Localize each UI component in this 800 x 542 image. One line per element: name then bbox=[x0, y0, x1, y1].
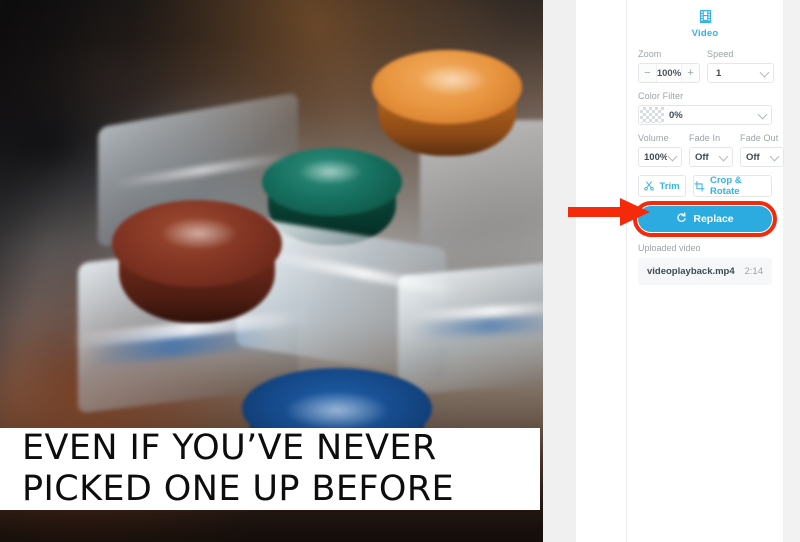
fade-in-field: Fade In Off bbox=[689, 133, 733, 167]
fade-in-label: Fade In bbox=[689, 133, 721, 143]
chevron-down-icon bbox=[759, 67, 770, 78]
uploaded-video-section-label: Uploaded video bbox=[638, 243, 701, 253]
fade-in-value: Off bbox=[695, 151, 709, 163]
color-filter-row: Color Filter 0% bbox=[638, 91, 772, 125]
audio-row: Volume 100% Fade In Off Fade Out Off bbox=[638, 133, 784, 167]
fade-out-value: Off bbox=[746, 151, 760, 163]
fade-out-field: Fade Out Off bbox=[740, 133, 784, 167]
trim-button-label: Trim bbox=[659, 180, 680, 192]
properties-panel-content: Video Zoom − 100% + Speed 1 Color Filter… bbox=[627, 0, 784, 542]
video-preview-canvas[interactable]: EVEN IF YOU’VE NEVER PICKED ONE UP BEFOR… bbox=[0, 0, 543, 542]
zoom-decrease-button[interactable]: − bbox=[639, 64, 657, 82]
panel-tool-rail bbox=[576, 0, 627, 542]
speed-select[interactable]: 1 bbox=[707, 63, 774, 83]
zoom-increase-button[interactable]: + bbox=[681, 64, 699, 82]
fade-out-label: Fade Out bbox=[740, 133, 779, 143]
canvas-area: EVEN IF YOU’VE NEVER PICKED ONE UP BEFOR… bbox=[0, 0, 576, 542]
zoom-value: 100% bbox=[656, 67, 682, 79]
color-filter-field: Color Filter 0% bbox=[638, 91, 772, 125]
zoom-label: Zoom bbox=[638, 49, 662, 59]
cap-highlight bbox=[159, 216, 238, 251]
speed-field: Speed 1 bbox=[707, 49, 774, 83]
crop-rotate-button-label: Crop & Rotate bbox=[710, 175, 742, 197]
cap-highlight bbox=[298, 159, 363, 186]
speed-value: 1 bbox=[716, 67, 722, 79]
crop-icon bbox=[694, 180, 705, 192]
volume-value: 100% bbox=[644, 151, 667, 163]
trim-button[interactable]: Trim bbox=[638, 175, 686, 197]
color-filter-label: Color Filter bbox=[638, 91, 684, 101]
zoom-stepper[interactable]: − 100% + bbox=[638, 63, 700, 83]
chevron-down-icon bbox=[757, 109, 768, 120]
replace-button-label: Replace bbox=[693, 213, 734, 225]
uploaded-video-filename: videoplayback.mp4 bbox=[647, 266, 735, 277]
refresh-icon bbox=[676, 212, 687, 226]
volume-field: Volume 100% bbox=[638, 133, 682, 167]
replace-button-wrapper: Replace bbox=[633, 201, 777, 237]
color-filter-value: 0% bbox=[669, 109, 683, 121]
zoom-speed-row: Zoom − 100% + Speed 1 bbox=[638, 49, 774, 83]
replace-button[interactable]: Replace bbox=[638, 206, 772, 232]
color-filter-select[interactable]: 0% bbox=[638, 105, 772, 125]
caption-overlay[interactable]: EVEN IF YOU’VE NEVER PICKED ONE UP BEFOR… bbox=[0, 428, 540, 510]
panel-tool-header[interactable]: Video bbox=[638, 6, 772, 49]
chevron-down-icon bbox=[718, 151, 729, 162]
canvas-gutter bbox=[543, 0, 576, 542]
chevron-down-icon bbox=[667, 151, 678, 162]
transparent-checkerboard-swatch bbox=[640, 107, 664, 123]
fade-in-select[interactable]: Off bbox=[689, 147, 733, 167]
speed-label: Speed bbox=[707, 49, 734, 59]
volume-select[interactable]: 100% bbox=[638, 147, 682, 167]
fade-out-select[interactable]: Off bbox=[740, 147, 784, 167]
panel-tool-label: Video bbox=[691, 28, 719, 39]
uploaded-video-duration: 2:14 bbox=[744, 266, 764, 277]
cap-highlight bbox=[417, 64, 489, 96]
uploaded-video-item[interactable]: videoplayback.mp4 2:14 bbox=[638, 258, 772, 285]
crop-rotate-button[interactable]: Crop & Rotate bbox=[693, 175, 772, 197]
zoom-field: Zoom − 100% + bbox=[638, 49, 700, 83]
scissors-icon bbox=[644, 181, 655, 191]
volume-label: Volume bbox=[638, 133, 669, 143]
edit-actions-row: Trim Crop & Rotate bbox=[638, 175, 772, 197]
vial-cap-brown bbox=[112, 200, 282, 340]
panel-right-edge bbox=[783, 0, 800, 542]
caption-line-1: EVEN IF YOU’VE NEVER bbox=[22, 428, 437, 468]
caption-line-2: PICKED ONE UP BEFORE bbox=[22, 469, 455, 509]
app-root: EVEN IF YOU’VE NEVER PICKED ONE UP BEFOR… bbox=[0, 0, 800, 542]
chevron-down-icon bbox=[769, 151, 780, 162]
film-strip-icon bbox=[698, 9, 713, 24]
